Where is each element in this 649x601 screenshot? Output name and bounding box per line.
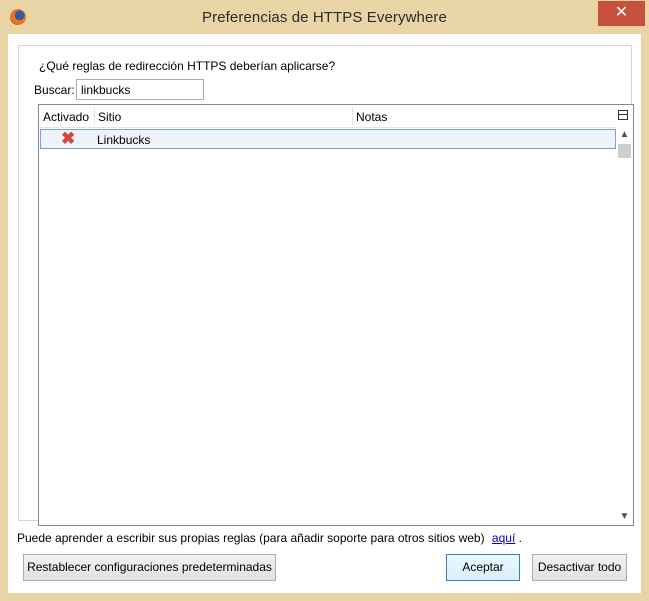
dialog-content: ¿Qué reglas de redirección HTTPS debería…: [8, 34, 641, 593]
column-header-notas[interactable]: Notas: [356, 110, 387, 124]
search-label: Buscar:: [34, 83, 75, 97]
scroll-up-icon[interactable]: ▲: [616, 127, 633, 143]
window-title: Preferencias de HTTPS Everywhere: [202, 9, 447, 26]
title-bar[interactable]: Preferencias de HTTPS Everywhere ✕: [0, 0, 649, 34]
learn-rules-label: Puede aprender a escribir sus propias re…: [17, 531, 485, 545]
column-header-activado[interactable]: Activado: [43, 110, 89, 124]
learn-rules-link[interactable]: aquí: [492, 531, 515, 545]
table-row[interactable]: ✖ Linkbucks: [40, 129, 616, 149]
vertical-scrollbar[interactable]: ▲ ▼: [616, 127, 633, 525]
tree-header: Activado Sitio Notas: [39, 105, 633, 128]
learn-rules-period: .: [518, 531, 522, 545]
search-input[interactable]: [76, 79, 204, 100]
column-picker-icon[interactable]: [617, 108, 629, 122]
accept-button[interactable]: Aceptar: [446, 554, 520, 581]
disable-all-button[interactable]: Desactivar todo: [532, 554, 627, 581]
reset-defaults-button[interactable]: Restablecer configuraciones predetermina…: [23, 554, 276, 581]
red-x-icon[interactable]: ✖: [61, 130, 75, 147]
close-button[interactable]: ✕: [598, 1, 645, 26]
learn-rules-text: Puede aprender a escribir sus propias re…: [17, 531, 522, 545]
column-header-sitio[interactable]: Sitio: [98, 110, 121, 124]
rules-question: ¿Qué reglas de redirección HTTPS debería…: [39, 59, 336, 73]
dialog-window: Preferencias de HTTPS Everywhere ✕ ¿Qué …: [0, 0, 649, 601]
column-separator[interactable]: [352, 107, 353, 125]
column-separator[interactable]: [94, 107, 95, 125]
rules-groupbox: ¿Qué reglas de redirección HTTPS debería…: [18, 45, 634, 526]
scroll-thumb[interactable]: [618, 144, 631, 158]
rules-tree[interactable]: Activado Sitio Notas ✖ Linkbucks ▲ ▼: [38, 104, 634, 526]
row-site-name: Linkbucks: [97, 133, 151, 147]
close-icon: ✕: [614, 4, 629, 21]
scroll-down-icon[interactable]: ▼: [616, 509, 633, 525]
